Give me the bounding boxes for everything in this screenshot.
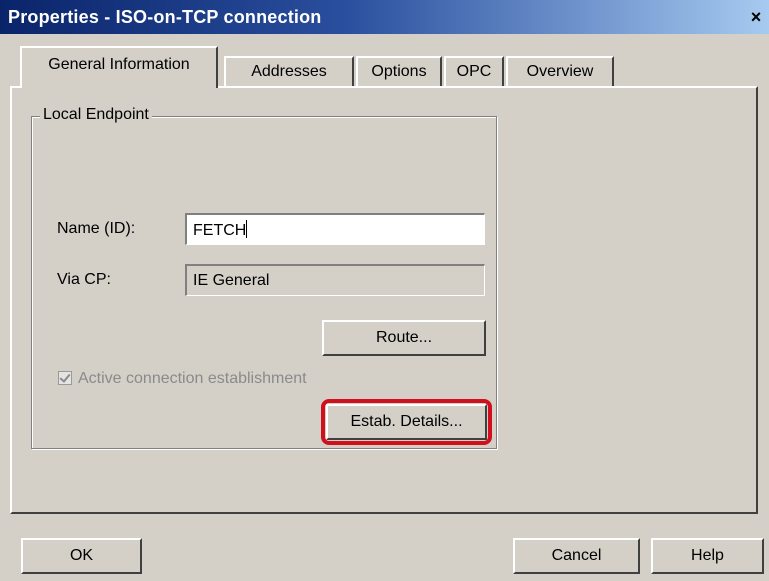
via-cp-label: Via CP: (57, 271, 111, 288)
tab-strip: General Information Addresses Options OP… (10, 44, 760, 90)
highlight-annotation (321, 399, 492, 445)
window-title: Properties - ISO-on-TCP connection (8, 7, 322, 27)
name-id-label: Name (ID): (57, 220, 136, 237)
checkbox-icon[interactable] (58, 371, 72, 385)
tab-overview[interactable]: Overview (506, 56, 614, 86)
tab-opc[interactable]: OPC (444, 56, 504, 86)
help-button[interactable]: Help (651, 538, 764, 574)
tab-options[interactable]: Options (356, 56, 442, 86)
tab-general-information[interactable]: General Information (20, 46, 218, 88)
name-id-input[interactable]: FETCH (185, 213, 485, 245)
active-connection-checkbox[interactable]: Active connection establishment (58, 370, 307, 388)
cancel-button[interactable]: Cancel (513, 538, 640, 574)
ok-button[interactable]: OK (21, 538, 142, 574)
close-icon[interactable]: × (747, 6, 765, 28)
route-button[interactable]: Route... (322, 320, 486, 356)
group-label: Local Endpoint (40, 106, 152, 124)
name-id-value: FETCH (193, 222, 247, 239)
active-connection-label: Active connection establishment (78, 370, 307, 387)
via-cp-field: IE General (185, 264, 485, 296)
text-cursor (246, 220, 248, 238)
title-bar: Properties - ISO-on-TCP connection × (0, 0, 769, 34)
tab-addresses[interactable]: Addresses (224, 56, 354, 86)
